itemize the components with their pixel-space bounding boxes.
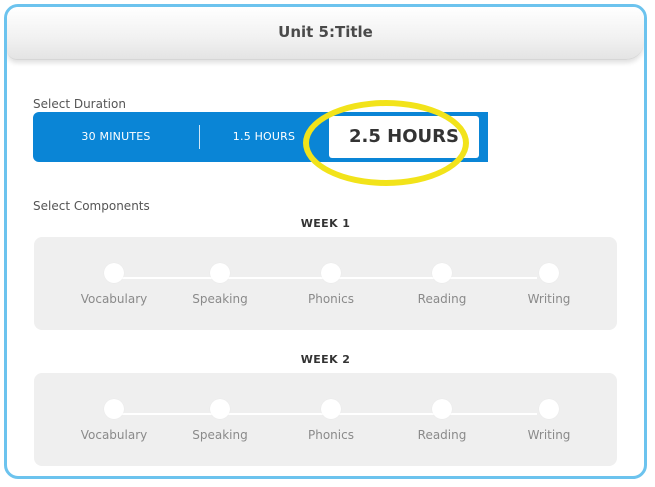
select-components-label: Select Components — [33, 199, 150, 213]
component-label: Vocabulary — [80, 428, 148, 442]
component-label: Phonics — [308, 428, 354, 442]
week-2-vocabulary-toggle[interactable]: Vocabulary — [59, 399, 169, 442]
week-1-reading-toggle[interactable]: Reading — [387, 263, 497, 306]
component-label: Phonics — [308, 292, 354, 306]
duration-selector: 30 MINUTES 1.5 HOURS 2.5 HOURS — [33, 112, 488, 162]
week-2-components-panel: Vocabulary Speaking Phonics Reading Writ… — [34, 373, 617, 466]
duration-option-30-minutes[interactable]: 30 MINUTES — [33, 112, 199, 162]
toggle-dot[interactable] — [432, 263, 452, 283]
toggle-dot[interactable] — [539, 399, 559, 419]
week-1-phonics-toggle[interactable]: Phonics — [276, 263, 386, 306]
component-label: Writing — [527, 292, 571, 306]
week-1-label: WEEK 1 — [300, 217, 351, 230]
week-2-reading-toggle[interactable]: Reading — [387, 399, 497, 442]
toggle-dot[interactable] — [321, 263, 341, 283]
toggle-dot[interactable] — [432, 399, 452, 419]
toggle-dot[interactable] — [210, 263, 230, 283]
week-2-phonics-toggle[interactable]: Phonics — [276, 399, 386, 442]
toggle-dot[interactable] — [539, 263, 559, 283]
week-2-writing-toggle[interactable]: Writing — [494, 399, 604, 442]
component-label: Vocabulary — [80, 292, 148, 306]
header-bar: Unit 5:Title — [7, 7, 644, 60]
page-title: Unit 5:Title — [278, 23, 373, 41]
component-label: Speaking — [192, 292, 248, 306]
week-1-writing-toggle[interactable]: Writing — [494, 263, 604, 306]
component-label: Speaking — [192, 428, 248, 442]
week-1-components-panel: Vocabulary Speaking Phonics Reading Writ… — [34, 237, 617, 330]
week-2-speaking-toggle[interactable]: Speaking — [165, 399, 275, 442]
select-duration-label: Select Duration — [33, 97, 126, 111]
app-frame: Unit 5:Title Select Duration 30 MINUTES … — [4, 4, 647, 479]
duration-option-2-5-hours[interactable]: 2.5 HOURS — [329, 116, 479, 158]
week-1-vocabulary-toggle[interactable]: Vocabulary — [59, 263, 169, 306]
toggle-dot[interactable] — [104, 399, 124, 419]
component-label: Writing — [527, 428, 571, 442]
component-label: Reading — [417, 292, 467, 306]
toggle-dot[interactable] — [104, 263, 124, 283]
toggle-dot[interactable] — [321, 399, 341, 419]
component-label: Reading — [417, 428, 467, 442]
toggle-dot[interactable] — [210, 399, 230, 419]
duration-option-1-5-hours[interactable]: 1.5 HOURS — [200, 112, 328, 162]
week-2-label: WEEK 2 — [300, 353, 351, 366]
week-1-speaking-toggle[interactable]: Speaking — [165, 263, 275, 306]
